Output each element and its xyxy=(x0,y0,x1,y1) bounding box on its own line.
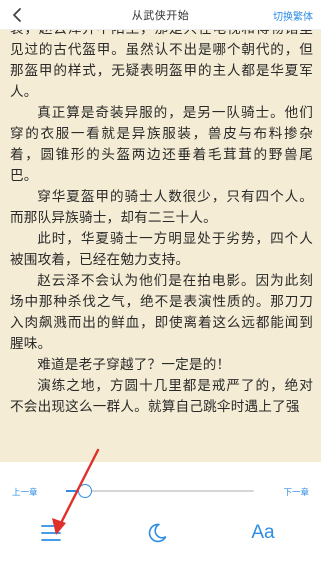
prev-chapter-button[interactable]: 上一章 xyxy=(12,486,38,498)
paragraph: 难道是老子穿越了？一定是的！ xyxy=(37,357,231,373)
chapter-progress-row: 上一章 下一章 xyxy=(0,462,321,506)
paragraph: 穿华夏盔甲的骑士人数很少，只有四个人。而那队异族骑士，却有二三十人。 xyxy=(10,189,313,226)
chapter-progress-slider[interactable] xyxy=(66,484,254,498)
next-chapter-button[interactable]: 下一章 xyxy=(283,486,309,498)
paragraph: 演练之地，方圆十几里都是戒严了的，绝对不会出现这么一群人。就算自己跳伞时遇上了强 xyxy=(10,378,313,415)
book-title: 从武侠开始 xyxy=(131,8,190,22)
moon-icon xyxy=(148,523,167,543)
reader-toolbar: 上一章 下一章 Aa xyxy=(0,462,321,562)
paragraph: 装，赵云泽并不陌生，那是只在电视和博物馆里见过的古代盔甲。虽然认不出是哪个朝代的… xyxy=(10,30,313,100)
font-size-button[interactable]: Aa xyxy=(243,522,283,562)
font-size-icon: Aa xyxy=(251,522,275,543)
paragraph: 此时，华夏骑士一方明显处于劣势，四个人被围攻着，已经在勉力支持。 xyxy=(10,231,313,268)
switch-traditional-button[interactable]: 切换繁体 xyxy=(273,8,313,23)
paragraph: 赵云泽不会认为他们是在拍电影。因为此刻场中那种杀伐之气，绝不是表演性质的。那刀刀… xyxy=(10,273,313,352)
paragraph: 真正算是奇装异服的，是另一队骑士。他们穿的衣服一看就是异族服装，兽皮与布料掺杂着… xyxy=(10,105,313,184)
catalog-button[interactable] xyxy=(31,522,71,562)
reading-content[interactable]: 装，赵云泽并不陌生，那是只在电视和博物馆里见过的古代盔甲。虽然认不出是哪个朝代的… xyxy=(0,30,321,462)
tool-row: Aa xyxy=(0,522,321,562)
back-button[interactable] xyxy=(6,4,28,26)
menu-icon xyxy=(41,525,61,541)
reader-page: 从武侠开始 切换繁体 装，赵云泽并不陌生，那是只在电视和博物馆里见过的古代盔甲。… xyxy=(0,0,321,562)
slider-thumb[interactable] xyxy=(77,484,92,498)
night-mode-button[interactable] xyxy=(137,522,177,562)
reader-header: 从武侠开始 切换繁体 xyxy=(0,0,321,30)
chevron-left-icon xyxy=(13,8,21,22)
